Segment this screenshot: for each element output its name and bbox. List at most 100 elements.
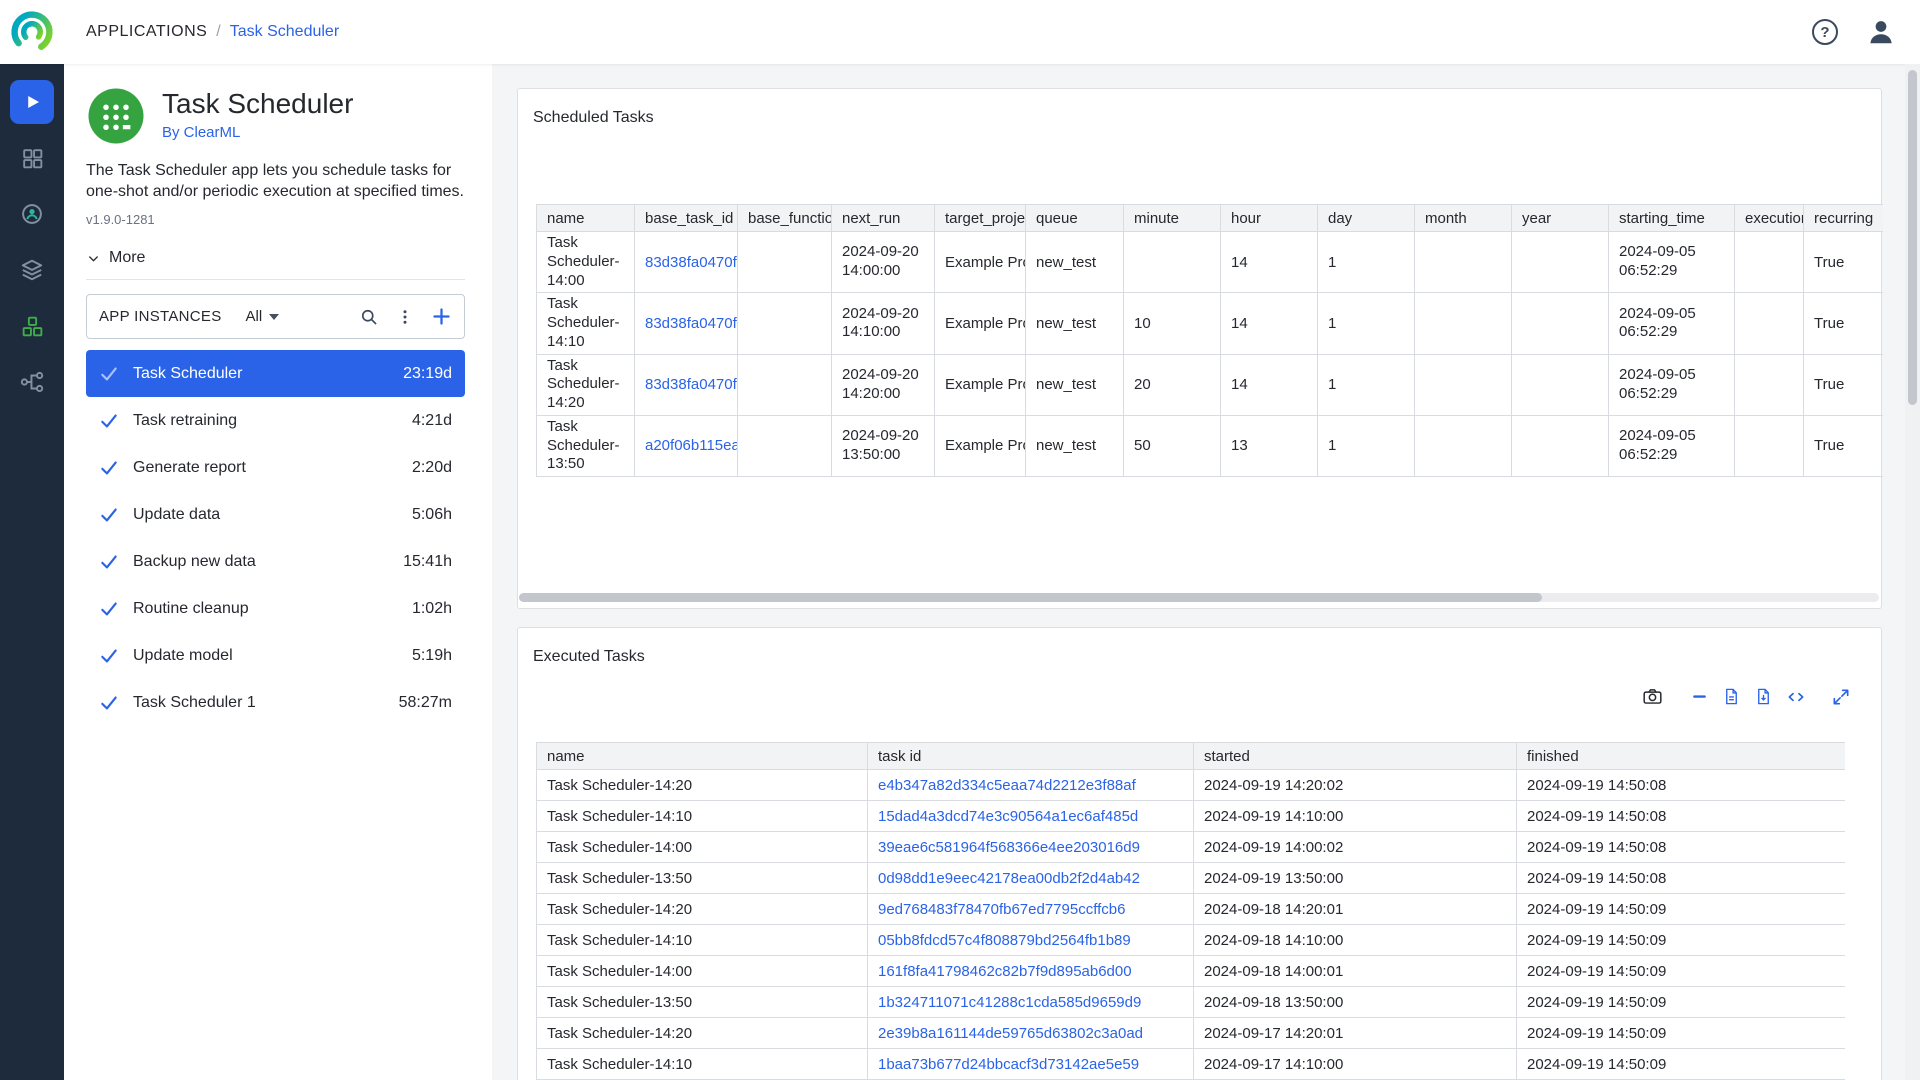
cell: 9ed768483f78470fb67ed7795ccffcb6 (868, 894, 1194, 925)
cell: 2024-09-19 14:50:08 (1517, 801, 1846, 832)
instance-elapsed: 15:41h (403, 553, 452, 571)
cell (1415, 232, 1512, 293)
data-file-icon[interactable] (1754, 687, 1773, 706)
column-header: finished (1517, 743, 1846, 770)
projects-icon[interactable] (10, 136, 54, 180)
task-id-link[interactable]: 2e39b8a161144de59765d63802c3a0ad (878, 1025, 1143, 1042)
breadcrumb-current[interactable]: Task Scheduler (230, 23, 339, 41)
instances-filter-dropdown[interactable]: All (246, 308, 280, 325)
cell: True (1804, 354, 1884, 415)
cell: 2024-09-20 13:50:00 (832, 415, 935, 476)
task-id-link[interactable]: e4b347a82d334c5eaa74d2212e3f88af (878, 777, 1136, 794)
cell: 2024-09-19 14:50:09 (1517, 925, 1846, 956)
cell: Task Scheduler-14:10 (537, 801, 868, 832)
applications-icon[interactable] (10, 80, 54, 124)
vertical-scrollbar-thumb[interactable] (1908, 70, 1917, 405)
executed-tasks-toolbar (1642, 686, 1851, 707)
task-id-link[interactable]: 9ed768483f78470fb67ed7795ccffcb6 (878, 901, 1125, 918)
embed-code-icon[interactable] (1786, 687, 1806, 707)
horizontal-scrollbar-thumb[interactable] (519, 593, 1542, 602)
cell: 1b324711071c41288c1cda585d9659d9 (868, 987, 1194, 1018)
task-id-link[interactable]: 83d38fa0470f4 (645, 315, 738, 332)
app-instance-row[interactable]: Generate report2:20d (86, 444, 465, 491)
kebab-menu-icon[interactable] (396, 308, 414, 326)
app-instance-row[interactable]: Update data5:06h (86, 491, 465, 538)
cell: new_test (1026, 232, 1124, 293)
clearml-logo-icon[interactable] (10, 10, 54, 54)
column-header: month (1415, 205, 1512, 232)
task-id-link[interactable]: 0d98dd1e9eec42178ea00db2f2d4ab42 (878, 870, 1140, 887)
breadcrumb-applications[interactable]: APPLICATIONS (86, 23, 207, 41)
column-header: hour (1221, 205, 1318, 232)
app-instance-row[interactable]: Task Scheduler 158:27m (86, 679, 465, 726)
app-instances-label: APP INSTANCES (99, 308, 222, 325)
task-id-link[interactable]: 83d38fa0470f4 (645, 376, 738, 393)
expand-icon[interactable] (1831, 687, 1851, 707)
check-icon (99, 693, 119, 713)
camera-icon[interactable] (1642, 686, 1663, 707)
cell: 50 (1124, 415, 1221, 476)
app-byline-link[interactable]: By ClearML (162, 124, 353, 141)
task-id-link[interactable]: 15dad4a3dcd74e3c90564a1ec6af485d (878, 808, 1138, 825)
plus-icon[interactable] (431, 306, 452, 327)
cell: 161f8fa41798462c82b7f9d895ab6d00 (868, 956, 1194, 987)
instance-elapsed: 23:19d (403, 365, 452, 383)
cell: Task Scheduler-14:10 (537, 293, 635, 354)
help-icon[interactable]: ? (1812, 19, 1838, 45)
cell: True (1804, 293, 1884, 354)
cell: 20 (1124, 354, 1221, 415)
minus-icon[interactable] (1690, 687, 1709, 706)
user-avatar[interactable] (1866, 17, 1896, 47)
app-instance-row[interactable]: Routine cleanup1:02h (86, 585, 465, 632)
task-id-link[interactable]: 161f8fa41798462c82b7f9d895ab6d00 (878, 963, 1132, 980)
app-instance-row[interactable]: Task retraining4:21d (86, 397, 465, 444)
task-id-link[interactable]: 1b324711071c41288c1cda585d9659d9 (878, 994, 1141, 1011)
cell: 1 (1318, 354, 1415, 415)
cell (738, 293, 832, 354)
cell (1124, 232, 1221, 293)
column-header: starting_time (1609, 205, 1735, 232)
instance-name: Task retraining (133, 412, 412, 430)
cell (1512, 293, 1609, 354)
cell: 14 (1221, 354, 1318, 415)
check-icon (99, 458, 119, 478)
task-id-link[interactable]: 05bb8fdcd57c4f808879bd2564fb1b89 (878, 932, 1131, 949)
cell: 2024-09-05 06:52:29 (1609, 415, 1735, 476)
cell: 2024-09-17 14:20:01 (1194, 1018, 1517, 1049)
cell: 2024-09-20 14:20:00 (832, 354, 935, 415)
cell: Task Scheduler-14:20 (537, 770, 868, 801)
executed-table-wrap: nametask idstartedfinishedTask Scheduler… (536, 742, 1845, 1080)
check-icon (99, 599, 119, 619)
workers-icon[interactable] (10, 192, 54, 236)
cell: Task Scheduler-14:20 (537, 354, 635, 415)
csv-file-icon[interactable] (1722, 687, 1741, 706)
cell: Task Scheduler-14:00 (537, 232, 635, 293)
datasets-icon[interactable] (10, 248, 54, 292)
app-instance-row[interactable]: Backup new data15:41h (86, 538, 465, 585)
instance-elapsed: 2:20d (412, 459, 452, 477)
task-id-link[interactable]: a20f06b115ea (645, 437, 738, 454)
task-id-link[interactable]: 39eae6c581964f568366e4ee203016d9 (878, 839, 1140, 856)
app-instance-row[interactable]: Task Scheduler23:19d (86, 350, 465, 397)
column-header: base_function (738, 205, 832, 232)
column-header: execution_limit (1735, 205, 1804, 232)
cell: Task Scheduler-13:50 (537, 415, 635, 476)
orchestration-icon[interactable] (10, 304, 54, 348)
cell: 1baa73b677d24bbcacf3d73142ae5e59 (868, 1049, 1194, 1080)
column-header: next_run (832, 205, 935, 232)
cell: Example Proje (935, 354, 1026, 415)
column-header: target_project (935, 205, 1026, 232)
search-icon[interactable] (359, 307, 379, 327)
task-id-link[interactable]: 1baa73b677d24bbcacf3d73142ae5e59 (878, 1056, 1139, 1073)
more-toggle[interactable]: More (86, 249, 465, 267)
task-id-link[interactable]: 83d38fa0470f4 (645, 254, 738, 271)
column-header: year (1512, 205, 1609, 232)
cell: 2024-09-18 13:50:00 (1194, 987, 1517, 1018)
cell: True (1804, 415, 1884, 476)
app-instance-row[interactable]: Update model5:19h (86, 632, 465, 679)
column-header: name (537, 743, 868, 770)
cell: 2024-09-19 14:50:09 (1517, 1018, 1846, 1049)
cell (738, 354, 832, 415)
pipelines-icon[interactable] (10, 360, 54, 404)
check-icon (99, 646, 119, 666)
